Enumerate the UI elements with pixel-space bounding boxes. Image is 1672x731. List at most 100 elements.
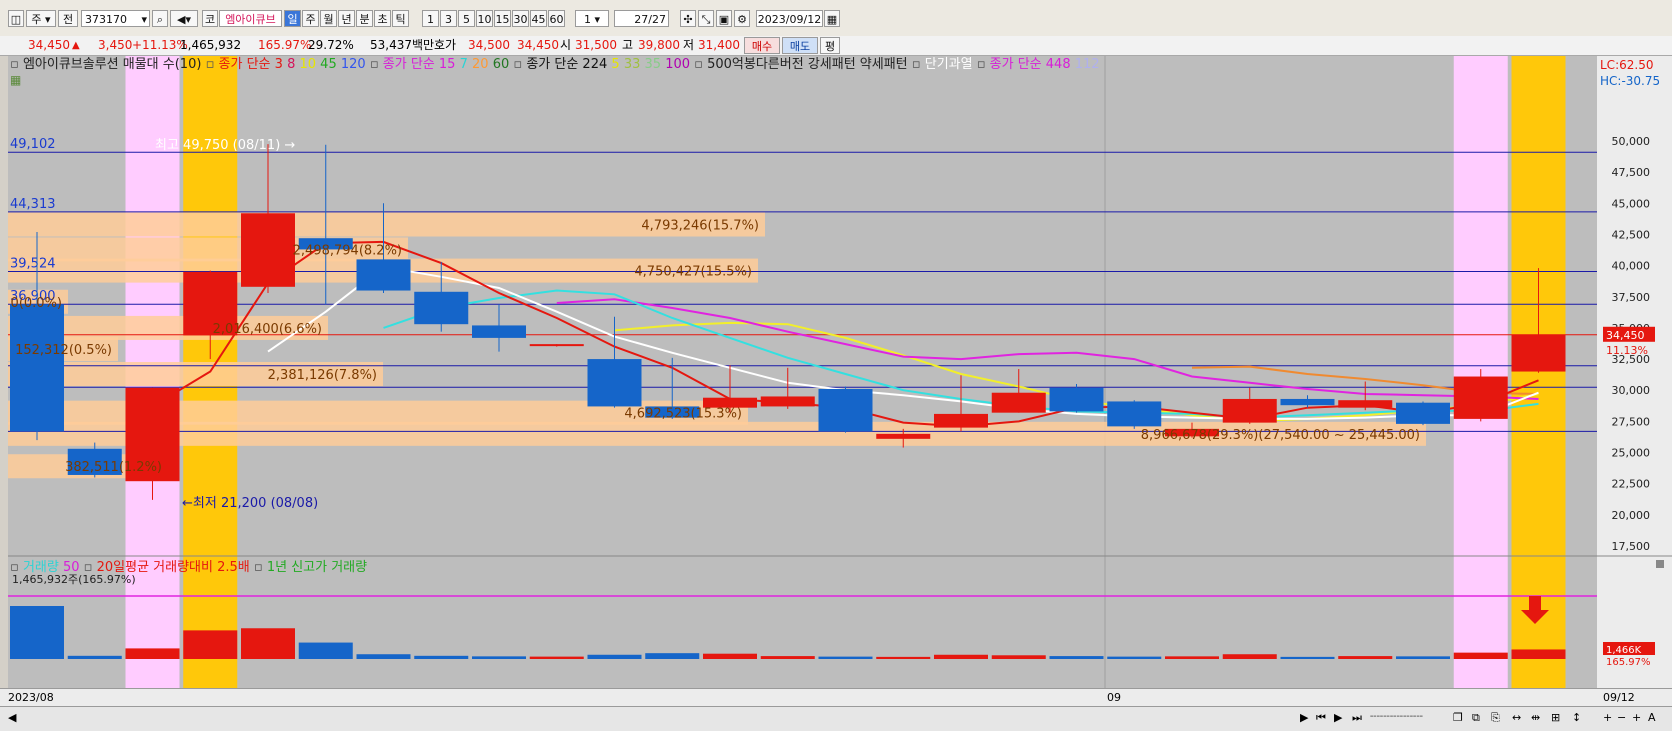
candle-body-22 <box>1280 398 1335 406</box>
candle-body-21 <box>1222 398 1277 423</box>
y-tick-13: 17,500 <box>1612 540 1651 553</box>
profile-label-8: 152,312(0.5%) <box>15 343 112 358</box>
legend-volume-year: 1년 신고가 거래량 <box>266 560 368 575</box>
profile-label-0: 382,511(1.2%) <box>65 460 162 475</box>
legend-marker-icon: ▫ <box>911 57 921 72</box>
candle-body-6 <box>356 259 411 291</box>
legend-ma2-p2: 20 <box>472 57 489 72</box>
zoom-reset-icon[interactable]: + <box>1632 711 1641 725</box>
price-badge-pct: 11.13% <box>1606 344 1648 357</box>
y-tick-3: 42,500 <box>1612 228 1651 241</box>
price-line-label-1: 44,313 <box>10 197 56 212</box>
volume-bar-12 <box>703 653 757 659</box>
x-label-mid: 09 <box>1107 691 1121 704</box>
volume-bar-8 <box>472 656 526 659</box>
legend-marker-icon: ▫ <box>10 57 19 72</box>
price-badge: 34,450 <box>1606 329 1645 342</box>
x-label-end: 09/12 <box>1603 691 1635 704</box>
legend-study3: 약세패턴 <box>859 57 908 72</box>
legend-marker-icon: ▫ <box>205 57 215 72</box>
legend-ma3-p1: 5 <box>611 57 620 72</box>
candle-body-0 <box>10 304 64 432</box>
price-line-label-0: 49,102 <box>10 137 56 152</box>
volume-label: 1,465,932주(165.97%) <box>12 573 136 586</box>
shrink-icon[interactable]: ⇹ <box>1531 711 1540 725</box>
profile-label-4: 4,793,246(15.7%) <box>641 218 759 233</box>
play-icon[interactable]: ▶ <box>1334 711 1342 725</box>
legend-ma1-p1: 8 <box>287 57 296 72</box>
volume-bar-19 <box>1107 656 1162 659</box>
volume-bar-5 <box>298 642 353 659</box>
volume-bar-16 <box>934 654 988 659</box>
legend-marker-icon: ▫ <box>513 57 523 72</box>
scrollbar[interactable]: ◀ ▶ ⏮ ▶ ⏭ ╌╌╌╌╌╌╌╌ ❐ ⧉ ⎘ ↔ ⇹ ⊞ ↕ + − + A <box>0 706 1672 731</box>
scroll-right-icon[interactable]: ▶ <box>1300 711 1308 725</box>
volume-bar-1 <box>67 655 122 659</box>
profile-label-9: 0(0.0%) <box>11 296 62 311</box>
legend-ma4-p1: 112 <box>1074 57 1100 72</box>
y-tick-5: 37,500 <box>1612 291 1651 304</box>
legend-ma2-p1: 7 <box>459 57 468 72</box>
candle-body-17 <box>991 392 1046 413</box>
candle-body-10 <box>587 359 642 407</box>
legend-study2: 500억봉다른버전 강세패턴 <box>707 57 856 72</box>
legend-ma2: 종가 단순 15 <box>382 57 456 72</box>
scroll-left-icon[interactable]: ◀ <box>8 711 16 725</box>
legend-ma1-p2: 10 <box>299 57 317 72</box>
volume-bar-20 <box>1165 656 1219 659</box>
volume-badge-pct: 165.97% <box>1606 657 1651 668</box>
expand-icon[interactable]: ↔ <box>1512 711 1521 725</box>
volume-bar-22 <box>1280 656 1335 659</box>
candle-body-23 <box>1338 400 1393 408</box>
low-annotation: ←최저 21,200 (08/08) <box>182 496 318 511</box>
window-icon[interactable]: ❐ <box>1453 711 1463 725</box>
first-page-icon[interactable]: ⏮ <box>1316 711 1326 725</box>
lc-value: LC:62.50 <box>1600 58 1654 72</box>
legend-marker-icon: ▫ <box>976 57 986 72</box>
legend-ma1-p3: 45 <box>320 57 337 72</box>
profile-label-3: 4,750,427(15.5%) <box>634 265 752 280</box>
candle-body-8 <box>472 325 526 338</box>
legend-ma3-p3: 35 <box>644 57 662 72</box>
candle-body-9 <box>529 344 584 347</box>
profile-label-7: 8,966,678(29.3%)(27,540.00 ~ 25,445.00) <box>1141 428 1420 443</box>
y-tick-1: 47,500 <box>1612 166 1651 179</box>
x-axis: 2023/08 09 09/12 <box>0 688 1672 707</box>
legend-ma3-p2: 33 <box>623 57 641 72</box>
tile-icon[interactable]: ⧉ <box>1472 711 1480 725</box>
y-tick-8: 30,000 <box>1612 384 1651 397</box>
volume-bar-25 <box>1453 652 1508 659</box>
legend-ma4: 종가 단순 448 <box>989 57 1071 72</box>
font-icon[interactable]: A <box>1648 711 1656 725</box>
panel-handle-icon <box>1656 560 1664 568</box>
volume-bar-26 <box>1511 649 1566 659</box>
volume-bar-13 <box>760 656 815 659</box>
legend-ma3: 종가 단순 224 <box>526 57 608 72</box>
y-tick-12: 20,000 <box>1612 509 1651 522</box>
candle-body-7 <box>414 291 469 325</box>
volume-bar-0 <box>10 606 64 659</box>
y-tick-11: 22,500 <box>1612 478 1651 491</box>
legend-marker-icon: ▫ <box>694 57 703 72</box>
volume-bar-7 <box>414 655 469 659</box>
copy-icon[interactable]: ⎘ <box>1491 711 1500 725</box>
profile-label-6: 4,692,523(15.3%) <box>624 407 742 422</box>
high-annotation: 최고 49,750 (08/11) → <box>155 138 295 153</box>
last-page-icon[interactable]: ⏭ <box>1352 711 1362 725</box>
volume-bar-3 <box>183 630 238 659</box>
volume-bar-4 <box>241 628 295 659</box>
candle-body-25 <box>1453 376 1508 419</box>
y-tick-10: 25,000 <box>1612 447 1651 460</box>
zoom-slider[interactable]: ╌╌╌╌╌╌╌╌ <box>1370 710 1423 724</box>
legend-ma3-p4: 100 <box>665 57 691 72</box>
candle-body-24 <box>1396 402 1450 424</box>
zoom-out-icon[interactable]: − <box>1617 711 1626 725</box>
legend-ma2-p3: 60 <box>492 57 510 72</box>
volume-bar-23 <box>1338 656 1393 659</box>
zoom-in-icon[interactable]: + <box>1603 711 1612 725</box>
price-line-label-2: 39,524 <box>10 257 56 272</box>
scroll-up-icon[interactable]: ↕ <box>1572 711 1581 725</box>
split-icon[interactable]: ⊞ <box>1551 711 1560 725</box>
grid-icon: ▦ <box>10 73 22 87</box>
candle-body-14 <box>818 388 873 432</box>
